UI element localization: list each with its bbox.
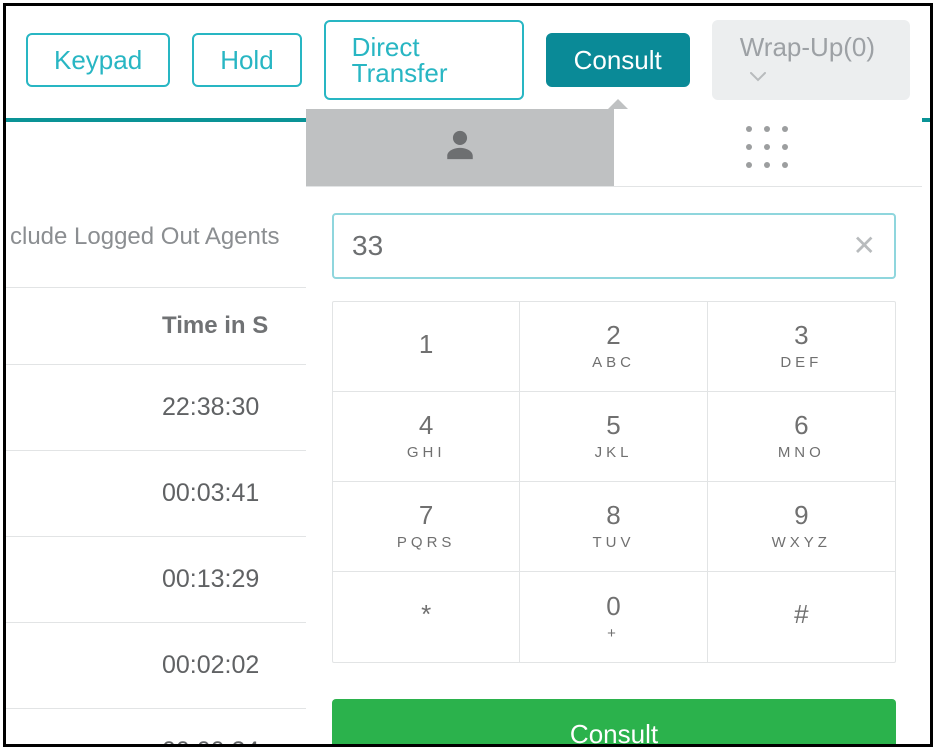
popover-tabs (306, 109, 922, 187)
key-hash[interactable]: # (708, 572, 895, 662)
consult-popover: 33 ✕ 1 2ABC 3DEF 4GHI 5JKL 6MNO 7PQRS 8T… (306, 109, 922, 736)
table-row[interactable]: 00:00:34 (6, 709, 306, 747)
key-0[interactable]: 0+ (520, 572, 707, 662)
key-4[interactable]: 4GHI (333, 392, 520, 482)
key-6[interactable]: 6MNO (708, 392, 895, 482)
hold-button[interactable]: Hold (192, 33, 301, 87)
key-star[interactable]: * (333, 572, 520, 662)
table-row[interactable]: 22:38:30 (6, 365, 306, 451)
wrap-up-label: Wrap-Up(0) (740, 32, 875, 62)
chevron-down-icon (750, 60, 766, 86)
key-9[interactable]: 9WXYZ (708, 482, 895, 572)
key-5[interactable]: 5JKL (520, 392, 707, 482)
key-2[interactable]: 2ABC (520, 302, 707, 392)
dial-input-value: 33 (352, 230, 853, 262)
table-header-time: Time in S (6, 287, 306, 365)
consult-button[interactable]: Consult (546, 33, 690, 87)
table-row[interactable]: 00:03:41 (6, 451, 306, 537)
table-row[interactable]: 00:13:29 (6, 537, 306, 623)
dialpad-tab[interactable] (614, 109, 922, 186)
app-frame: Keypad Hold Direct Transfer Consult Wrap… (3, 3, 933, 747)
agents-side-panel: clude Logged Out Agents Time in S 22:38:… (6, 109, 306, 744)
person-icon (443, 128, 477, 167)
include-logged-out-label: clude Logged Out Agents (6, 223, 306, 251)
key-3[interactable]: 3DEF (708, 302, 895, 392)
direct-transfer-button[interactable]: Direct Transfer (324, 20, 524, 100)
table-row[interactable]: 00:02:02 (6, 623, 306, 709)
consult-call-button[interactable]: Consult (332, 699, 896, 747)
contacts-tab[interactable] (306, 109, 614, 186)
wrap-up-dropdown[interactable]: Wrap-Up(0) (712, 20, 910, 100)
keypad-grid: 1 2ABC 3DEF 4GHI 5JKL 6MNO 7PQRS 8TUV 9W… (332, 301, 896, 663)
dialpad-icon (746, 126, 790, 170)
keypad-button[interactable]: Keypad (26, 33, 170, 87)
key-7[interactable]: 7PQRS (333, 482, 520, 572)
clear-input-icon[interactable]: ✕ (853, 232, 876, 260)
call-toolbar: Keypad Hold Direct Transfer Consult Wrap… (6, 6, 930, 122)
key-8[interactable]: 8TUV (520, 482, 707, 572)
dial-input[interactable]: 33 ✕ (332, 213, 896, 279)
key-1[interactable]: 1 (333, 302, 520, 392)
